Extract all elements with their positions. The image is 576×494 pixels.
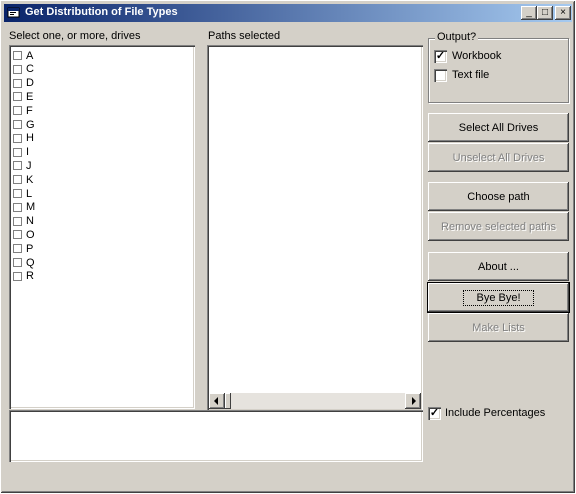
drive-checkbox[interactable] <box>13 175 22 185</box>
drive-item[interactable]: Q <box>13 256 35 269</box>
unselect-all-drives-label: Unselect All Drives <box>452 151 545 164</box>
drive-label: H <box>26 132 34 145</box>
drive-item[interactable]: A <box>13 49 33 62</box>
drive-label: A <box>26 49 34 62</box>
drive-checkbox[interactable] <box>13 147 22 157</box>
drive-checkbox[interactable] <box>13 271 22 281</box>
drive-checkbox[interactable] <box>13 244 22 254</box>
drive-label: O <box>26 228 35 241</box>
scroll-left-icon <box>214 397 218 405</box>
drive-checkbox[interactable] <box>13 216 22 226</box>
maximize-icon: □ <box>541 7 549 18</box>
checkmark-icon: ✓ <box>435 50 446 62</box>
drive-label: N <box>26 215 34 228</box>
paths-horizontal-scrollbar[interactable] <box>209 393 421 409</box>
drive-item[interactable]: C <box>13 63 34 76</box>
drives-list[interactable]: ACDEFGHIJKLMNOPQR <box>9 45 195 409</box>
drive-item[interactable]: E <box>13 90 33 103</box>
paths-list[interactable] <box>207 45 423 411</box>
minimize-button[interactable]: _ <box>521 6 537 20</box>
drive-item[interactable]: J <box>13 159 32 172</box>
drive-item[interactable]: P <box>13 242 33 255</box>
drive-item[interactable]: F <box>13 104 33 117</box>
textfile-label[interactable]: Text file <box>452 69 489 81</box>
drive-item[interactable]: M <box>13 201 35 214</box>
checkmark-icon: ✓ <box>429 407 440 419</box>
drive-label: L <box>26 187 33 200</box>
choose-path-label: Choose path <box>467 190 530 203</box>
drive-checkbox[interactable] <box>13 161 22 171</box>
drive-checkbox[interactable] <box>13 64 22 74</box>
textfile-checkbox[interactable] <box>434 69 447 82</box>
make-lists-button[interactable]: Make Lists <box>428 313 569 342</box>
minimize-icon: _ <box>526 7 532 18</box>
drive-label: P <box>26 242 34 255</box>
workbook-label[interactable]: Workbook <box>452 50 501 62</box>
drive-label: I <box>26 146 30 159</box>
about-button[interactable]: About ... <box>428 252 569 281</box>
choose-path-button[interactable]: Choose path <box>428 182 569 211</box>
workbook-checkbox[interactable]: ✓ <box>434 50 447 63</box>
drive-checkbox[interactable] <box>13 133 22 143</box>
include-percentages-label[interactable]: Include Percentages <box>445 407 545 419</box>
drive-checkbox[interactable] <box>13 78 22 88</box>
unselect-all-drives-button[interactable]: Unselect All Drives <box>428 143 569 172</box>
drive-item[interactable]: L <box>13 187 32 200</box>
app-window: Get Distribution of File Types _ □ × Sel… <box>0 0 576 494</box>
drive-item[interactable]: O <box>13 228 35 241</box>
drive-label: K <box>26 173 34 186</box>
paths-label: Paths selected <box>208 30 281 42</box>
output-legend: Output? <box>435 31 479 43</box>
drive-item[interactable]: I <box>13 146 29 159</box>
include-percentages-checkbox[interactable]: ✓ <box>428 407 441 420</box>
app-icon <box>7 7 20 18</box>
drive-checkbox[interactable] <box>13 120 22 129</box>
drive-label: G <box>26 118 35 131</box>
drive-label: M <box>26 201 36 214</box>
drive-label: C <box>26 63 34 76</box>
drive-checkbox[interactable] <box>13 258 22 267</box>
drive-checkbox[interactable] <box>13 230 22 240</box>
status-text-area[interactable] <box>9 410 423 462</box>
drives-label: Select one, or more, drives <box>9 30 141 42</box>
drive-item[interactable]: K <box>13 173 33 186</box>
remove-selected-paths-button[interactable]: Remove selected paths <box>428 212 569 241</box>
select-all-drives-button[interactable]: Select All Drives <box>428 113 569 142</box>
drive-item[interactable]: N <box>13 215 34 228</box>
window-title: Get Distribution of File Types <box>25 6 178 18</box>
drive-checkbox[interactable] <box>13 189 22 198</box>
maximize-button[interactable]: □ <box>537 6 553 20</box>
drive-item[interactable]: H <box>13 132 34 145</box>
scroll-thumb[interactable] <box>225 393 231 409</box>
make-lists-label: Make Lists <box>472 321 525 334</box>
drive-label: E <box>26 90 34 103</box>
scroll-left-button[interactable] <box>209 393 225 409</box>
drive-item[interactable]: R <box>13 270 34 283</box>
bye-bye-label: Bye Bye! <box>463 289 534 306</box>
drive-checkbox[interactable] <box>13 202 22 212</box>
drive-item[interactable]: G <box>13 118 35 131</box>
about-label: About ... <box>478 260 519 273</box>
drive-label: Q <box>26 256 35 269</box>
select-all-drives-label: Select All Drives <box>458 121 539 134</box>
output-group <box>428 38 569 103</box>
scroll-right-icon <box>412 397 416 405</box>
drive-checkbox[interactable] <box>13 92 22 102</box>
scroll-right-button[interactable] <box>405 393 421 409</box>
title-bar: Get Distribution of File Types _ □ × <box>4 4 572 22</box>
close-icon: × <box>560 7 566 18</box>
drive-label: J <box>26 159 32 172</box>
close-button[interactable]: × <box>555 6 571 20</box>
drive-checkbox[interactable] <box>13 106 22 116</box>
remove-selected-paths-label: Remove selected paths <box>441 220 556 233</box>
drive-label: F <box>26 104 33 117</box>
drive-label: D <box>26 77 34 90</box>
drive-item[interactable]: D <box>13 77 34 90</box>
drive-checkbox[interactable] <box>13 51 22 60</box>
drive-label: R <box>26 270 34 283</box>
bye-bye-button[interactable]: Bye Bye! <box>427 282 570 313</box>
